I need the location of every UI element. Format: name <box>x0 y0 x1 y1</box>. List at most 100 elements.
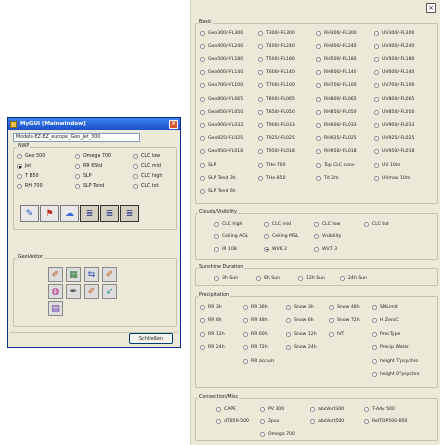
param-option[interactable]: Ceiling MSL <box>264 233 314 241</box>
radio-icon[interactable] <box>286 318 291 323</box>
nwp-option[interactable]: T 850 <box>17 172 75 181</box>
radio-icon[interactable] <box>316 109 321 115</box>
radio-icon[interactable] <box>258 162 263 168</box>
param-option[interactable]: absVort500 <box>310 418 364 426</box>
radio-icon[interactable] <box>316 149 321 155</box>
param-option[interactable]: RR 3h <box>200 303 243 311</box>
param-option[interactable]: T-Adv 500 <box>364 405 424 413</box>
param-option[interactable]: Geo700/-FL100 <box>200 82 258 90</box>
param-option[interactable]: UV 10m <box>374 161 432 169</box>
nwp-option[interactable]: RH 700 <box>17 182 75 191</box>
param-option[interactable]: Snow 6h <box>286 317 329 325</box>
radio-icon[interactable] <box>314 246 319 252</box>
radio-icon[interactable] <box>298 275 303 281</box>
radio-icon[interactable] <box>256 275 261 281</box>
radio-icon[interactable] <box>75 154 80 159</box>
radio-icon[interactable] <box>75 184 80 189</box>
param-option[interactable]: dT850-500 <box>216 418 260 426</box>
param-option[interactable]: height T'psychro <box>372 357 438 365</box>
radio-icon[interactable] <box>372 331 377 337</box>
param-option[interactable]: T400/-FL240 <box>258 42 316 50</box>
sunshine-option[interactable]: 6h Sun <box>256 274 298 282</box>
param-option[interactable]: CLC low <box>314 220 364 228</box>
radio-icon[interactable] <box>133 154 138 159</box>
radio-icon[interactable] <box>214 221 219 227</box>
param-option[interactable]: RR 12h <box>200 330 243 338</box>
radio-icon[interactable] <box>258 122 263 128</box>
radio-icon[interactable] <box>374 30 379 36</box>
radio-icon[interactable] <box>260 419 265 424</box>
radio-icon[interactable] <box>372 318 377 323</box>
param-option[interactable]: THe-850 <box>258 174 316 182</box>
radio-icon[interactable] <box>258 70 263 76</box>
radio-icon[interactable] <box>258 96 263 102</box>
param-option[interactable]: UV300/-FL300 <box>374 29 432 37</box>
param-option[interactable]: UV700/-FL100 <box>374 82 432 90</box>
radio-icon[interactable] <box>258 56 263 62</box>
param-option[interactable]: PrecType <box>372 330 438 338</box>
radio-icon[interactable] <box>374 162 379 168</box>
radio-icon[interactable] <box>200 162 205 168</box>
radio-icon[interactable] <box>374 43 379 49</box>
param-option[interactable]: T925/-FL025 <box>258 135 316 143</box>
radio-icon[interactable] <box>258 175 263 181</box>
radio-icon[interactable] <box>364 221 369 227</box>
radio-icon[interactable] <box>364 419 369 424</box>
param-option[interactable]: RH500/-FL180 <box>316 55 374 63</box>
nwp-option[interactable]: Jet <box>17 162 75 171</box>
param-option[interactable]: height 0°psychro <box>372 371 438 379</box>
param-option[interactable]: T850/-FL050 <box>258 108 316 116</box>
radio-icon[interactable] <box>216 419 221 424</box>
param-option[interactable]: Snow 3h <box>286 303 329 311</box>
tool-button[interactable]: ⚑ <box>40 205 59 222</box>
radio-icon[interactable] <box>316 162 321 168</box>
radio-icon[interactable] <box>314 221 319 227</box>
param-option[interactable]: H ZeroC <box>372 317 438 325</box>
param-option[interactable]: RH700/-FL100 <box>316 82 374 90</box>
close-button[interactable]: Schließen <box>129 333 173 344</box>
tool-button[interactable]: ✎ <box>20 205 39 222</box>
radio-icon[interactable] <box>214 275 219 281</box>
radio-icon[interactable] <box>133 164 138 169</box>
model-select[interactable]: Models-EZ-EZ_europe_Geo_Jet_300 <box>13 133 140 142</box>
radio-icon[interactable] <box>340 275 345 281</box>
param-option[interactable]: UV925/-FL025 <box>374 135 432 143</box>
param-option[interactable]: UV400/-FL240 <box>374 42 432 50</box>
radio-icon[interactable] <box>243 358 248 364</box>
radio-icon[interactable] <box>310 419 315 424</box>
radio-icon[interactable] <box>372 372 377 377</box>
radio-icon[interactable] <box>200 136 205 142</box>
radio-icon[interactable] <box>243 345 248 350</box>
radio-icon[interactable] <box>200 43 205 49</box>
radio-icon[interactable] <box>264 221 269 227</box>
radio-icon[interactable] <box>286 331 291 337</box>
radio-icon[interactable] <box>258 83 263 89</box>
param-option[interactable]: UV950/-FL018 <box>374 148 432 156</box>
param-option[interactable]: Geo900/-FL033 <box>200 121 258 129</box>
param-option[interactable]: SNLimit <box>372 303 438 311</box>
param-option[interactable]: IR 108 <box>214 245 264 253</box>
param-option[interactable]: Snow 48h <box>329 303 372 311</box>
param-option[interactable]: Snow 72h <box>329 317 372 325</box>
param-option[interactable]: Ceiling AGL <box>214 233 264 241</box>
param-option[interactable]: RR 72h <box>243 344 286 352</box>
radio-icon[interactable] <box>316 83 321 89</box>
nwp-option[interactable]: CLC mid <box>133 162 177 171</box>
geovektor-button[interactable]: ✐ <box>102 267 117 282</box>
param-option[interactable]: Omega 700 <box>260 430 310 438</box>
param-option[interactable]: CLC mid <box>264 220 314 228</box>
param-option[interactable]: 2pvu <box>260 418 310 426</box>
param-option[interactable]: RelTOP500-850 <box>364 418 424 426</box>
param-option[interactable]: Geo925/-FL025 <box>200 135 258 143</box>
param-option[interactable]: UV850/-FL050 <box>374 108 432 116</box>
sunshine-option[interactable]: 24h Sun <box>340 274 382 282</box>
radio-icon[interactable] <box>243 318 248 323</box>
param-option[interactable]: RR 48h <box>243 317 286 325</box>
geovektor-button[interactable]: ✐ <box>84 284 99 299</box>
param-option[interactable]: Snow 24h <box>286 344 329 352</box>
radio-icon[interactable] <box>200 345 205 350</box>
radio-icon[interactable] <box>243 304 248 310</box>
radio-icon[interactable] <box>200 96 205 102</box>
radio-icon[interactable] <box>133 174 138 179</box>
param-option[interactable]: Snow 12h <box>286 330 329 338</box>
